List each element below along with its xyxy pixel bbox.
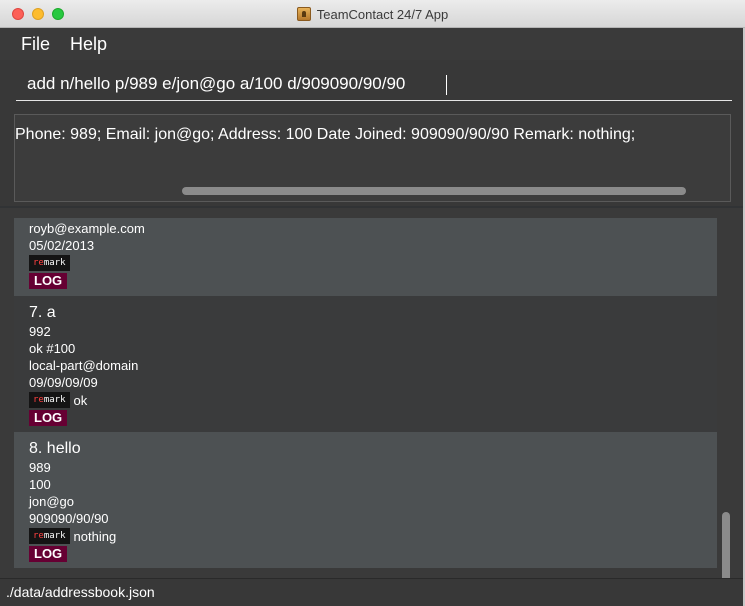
person-phone: 992 [29,324,51,339]
remark-row: remark [29,254,717,272]
window-title: TeamContact 24/7 App [316,6,449,22]
person-list-panel: royb@example.com 05/02/2013 remark LOG 7… [0,208,743,592]
person-name: 8. hello [29,440,81,457]
save-location: ./data/addressbook.json [6,584,155,600]
title-bar: TeamContact 24/7 App [0,0,745,28]
person-email: jon@go [29,494,75,509]
command-box [0,60,743,110]
menu-help[interactable]: Help [60,28,117,60]
person-date-joined: 05/02/2013 [29,238,95,253]
person-email: local-part@domain [29,358,139,373]
person-remark: ok [73,392,88,408]
person-name: 7. a [29,304,56,321]
result-display: Phone: 989; Email: jon@go; Address: 100 … [14,114,731,202]
log-tag[interactable]: LOG [29,410,68,426]
status-bar: ./data/addressbook.json [0,578,743,606]
remark-row: remark ok [29,391,717,409]
remark-tag: remark [29,392,70,408]
person-address: 100 [29,477,51,492]
person-phone: 989 [29,460,51,475]
result-text: Phone: 989; Email: jon@go; Address: 100 … [15,126,636,143]
remark-tag: remark [29,528,70,544]
person-card[interactable]: 8. hello 989 100 jon@go 909090/90/90 rem… [14,432,717,568]
remark-row: remark nothing [29,527,717,545]
window-title-group: TeamContact 24/7 App [0,0,745,28]
command-input[interactable] [16,68,732,101]
log-tag[interactable]: LOG [29,546,68,562]
person-date-joined: 909090/90/90 [29,511,109,526]
person-card[interactable]: royb@example.com 05/02/2013 remark LOG [14,218,717,296]
result-panel: Phone: 989; Email: jon@go; Address: 100 … [0,110,743,206]
person-card[interactable]: 7. a 992 ok #100 local-part@domain 09/09… [14,296,717,432]
person-remark: nothing [73,528,117,544]
person-address: ok #100 [29,341,76,356]
horizontal-scrollbar[interactable] [182,187,686,195]
person-date-joined: 09/09/09/09 [29,375,98,390]
text-caret [446,75,447,95]
app-window: File Help Phone: 989; Email: jon@go; Add… [0,28,743,606]
person-email: royb@example.com [29,221,145,236]
log-tag[interactable]: LOG [29,273,68,289]
remark-tag: remark [29,255,70,271]
menu-bar: File Help [0,28,743,60]
app-icon [296,7,311,21]
person-list: royb@example.com 05/02/2013 remark LOG 7… [14,218,717,568]
menu-file[interactable]: File [0,28,60,60]
